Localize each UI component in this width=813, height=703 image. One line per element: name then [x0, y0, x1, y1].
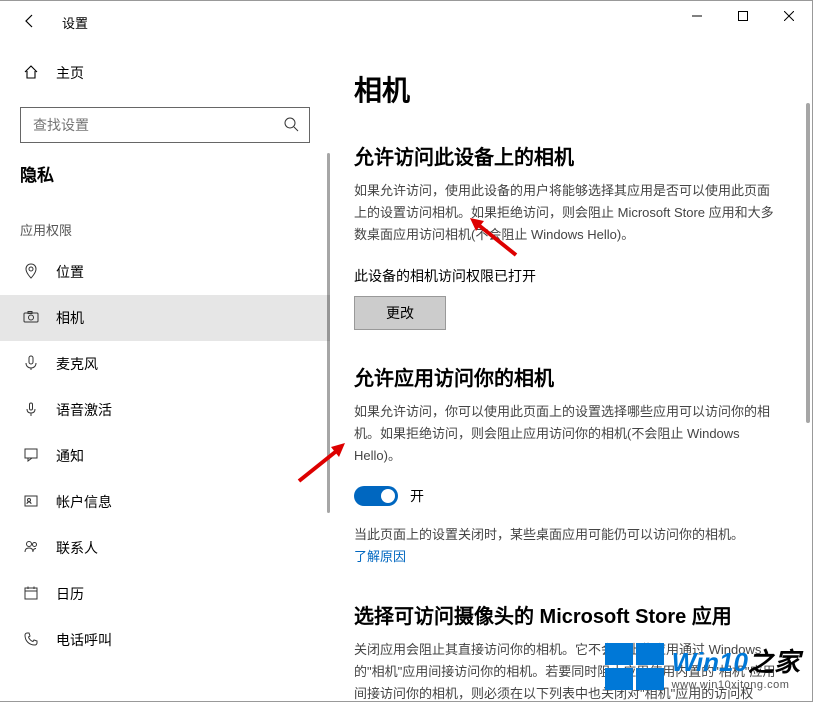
sidebar-item-label: 日历: [56, 584, 84, 604]
sidebar: 主页 隐私 应用权限 位置 相机 麦克风 语: [0, 43, 330, 703]
sidebar-item-microphone[interactable]: 麦克风: [20, 341, 310, 387]
content-scrollbar[interactable]: [806, 103, 810, 423]
content-pane: 相机 允许访问此设备上的相机 如果允许访问，使用此设备的用户将能够选择其应用是否…: [330, 43, 812, 703]
section2-note: 当此页面上的设置关闭时，某些桌面应用可能仍可以访问你的相机。: [354, 527, 744, 542]
sidebar-item-calendar[interactable]: 日历: [20, 571, 310, 617]
learn-more-link[interactable]: 了解原因: [354, 549, 406, 564]
change-button-label: 更改: [386, 303, 414, 323]
permissions-label: 应用权限: [20, 220, 310, 239]
sidebar-item-label: 位置: [56, 262, 84, 282]
home-icon: [20, 64, 42, 83]
sidebar-item-account[interactable]: 帐户信息: [20, 479, 310, 525]
search-input[interactable]: [33, 117, 283, 133]
sidebar-item-label: 相机: [56, 308, 84, 328]
voice-icon: [20, 401, 42, 420]
back-button[interactable]: [22, 13, 54, 32]
account-icon: [20, 493, 42, 512]
sidebar-item-label: 帐户信息: [56, 492, 112, 512]
camera-icon: [20, 309, 42, 328]
contacts-icon: [20, 539, 42, 558]
sidebar-item-label: 联系人: [56, 538, 98, 558]
search-icon: [283, 116, 299, 135]
section1-description: 如果允许访问，使用此设备的用户将能够选择其应用是否可以使用此页面上的设置访问相机…: [354, 180, 776, 246]
home-label: 主页: [56, 63, 84, 83]
section2-heading: 允许应用访问你的相机: [354, 362, 776, 391]
sidebar-item-voice[interactable]: 语音激活: [20, 387, 310, 433]
section3-heading: 选择可访问摄像头的 Microsoft Store 应用: [354, 600, 776, 629]
window-title: 设置: [62, 13, 88, 32]
section1-heading: 允许访问此设备上的相机: [354, 141, 776, 170]
sidebar-item-location[interactable]: 位置: [20, 249, 310, 295]
minimize-button[interactable]: [674, 1, 720, 31]
sidebar-item-camera[interactable]: 相机: [0, 295, 330, 341]
section2-description: 如果允许访问，你可以使用此页面上的设置选择哪些应用可以访问你的相机。如果拒绝访问…: [354, 401, 776, 467]
sidebar-item-label: 语音激活: [56, 400, 112, 420]
notification-icon: [20, 447, 42, 466]
change-button[interactable]: 更改: [354, 296, 446, 330]
section-title: 隐私: [20, 161, 310, 186]
sidebar-item-label: 麦克风: [56, 354, 98, 374]
sidebar-item-contacts[interactable]: 联系人: [20, 525, 310, 571]
sidebar-item-label: 电话呼叫: [56, 630, 112, 650]
sidebar-item-phone[interactable]: 电话呼叫: [20, 617, 310, 663]
phone-icon: [20, 631, 42, 650]
home-link[interactable]: 主页: [20, 53, 310, 93]
section1-status: 此设备的相机访问权限已打开: [354, 266, 776, 286]
search-box[interactable]: [20, 107, 310, 143]
sidebar-item-label: 通知: [56, 446, 84, 466]
microphone-icon: [20, 355, 42, 374]
calendar-icon: [20, 585, 42, 604]
toggle-label: 开: [410, 486, 424, 506]
page-title: 相机: [354, 69, 776, 109]
maximize-button[interactable]: [720, 1, 766, 31]
location-icon: [20, 263, 42, 282]
sidebar-item-notification[interactable]: 通知: [20, 433, 310, 479]
section3-description: 关闭应用会阻止其直接访问你的相机。它不会阻止此应用通过 Windows 的"相机…: [354, 639, 776, 703]
close-button[interactable]: [766, 1, 812, 31]
allow-apps-toggle[interactable]: [354, 486, 398, 506]
